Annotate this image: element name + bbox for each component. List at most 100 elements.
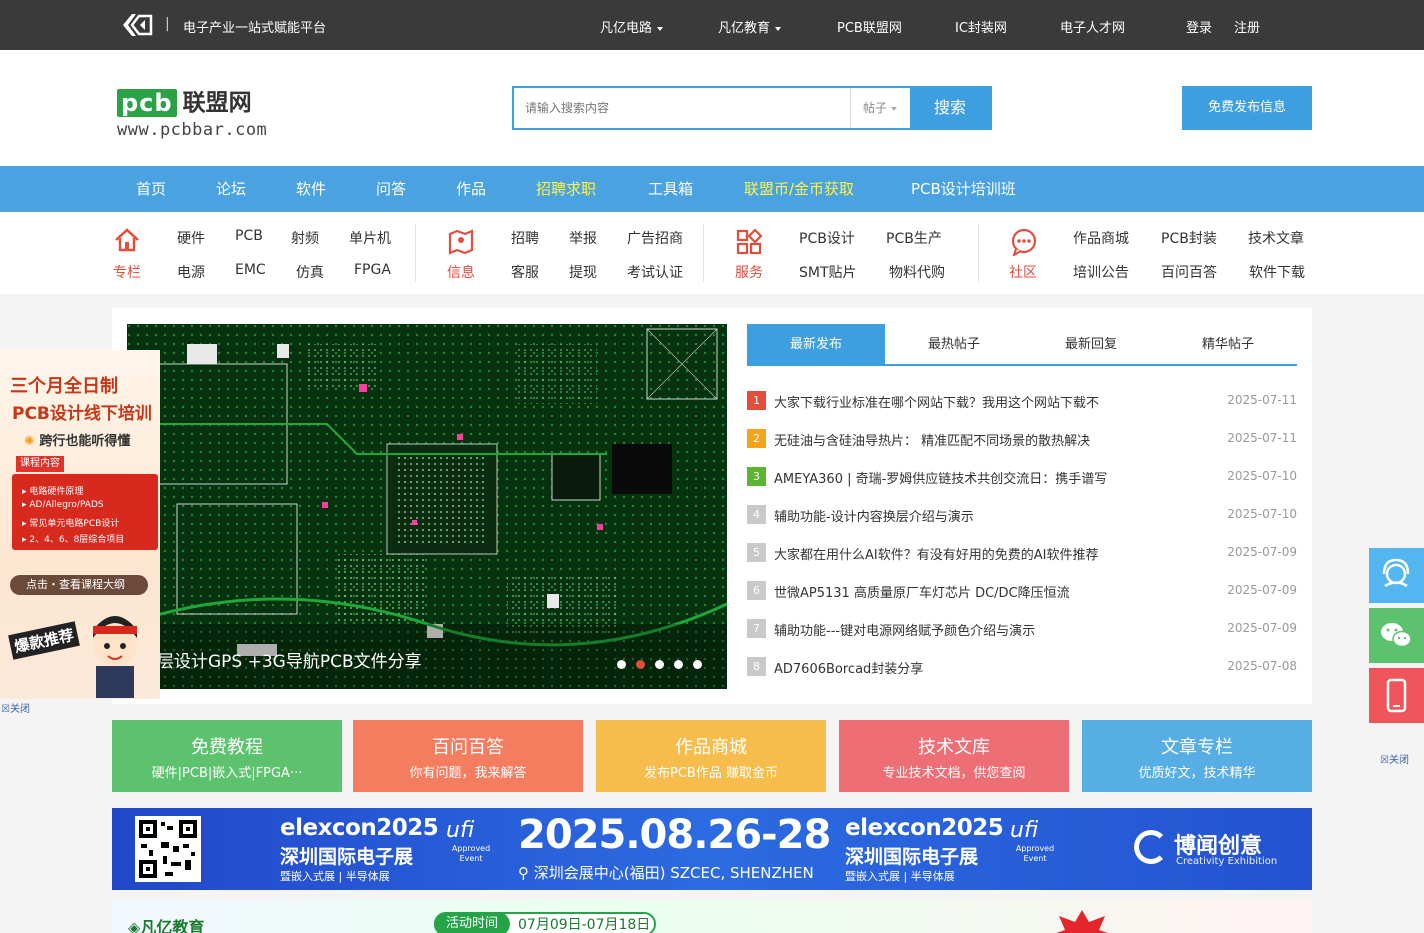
nav-forum[interactable]: 论坛: [216, 166, 246, 212]
left-floating-ad[interactable]: 三个月全日制 PCB设计线下培训 ✺ 跨行也能听得懂 课程内容 ▸ 电路硬件原理…: [0, 350, 160, 699]
post-title[interactable]: 世微AP5131 高质量原厂车灯芯片 DC/DC降压恒流: [774, 582, 1070, 601]
ad-cta-button[interactable]: 点击・查看课程大纲: [10, 575, 148, 595]
sub-link-ads[interactable]: 广告招商: [627, 228, 683, 248]
list-item[interactable]: 1 大家下载行业标准在哪个网站下载？我用这个网站下载不 2025-07-11: [747, 390, 1297, 412]
tab-latest[interactable]: 最新发布: [747, 324, 885, 366]
list-item[interactable]: 5 大家都在用什么AI软件？有没有好用的免费的AI软件推荐 2025-07-09: [747, 542, 1297, 564]
sub-link-power[interactable]: 电源: [177, 262, 205, 282]
side-wechat-button[interactable]: [1369, 608, 1424, 663]
sub-link-report[interactable]: 举报: [569, 228, 597, 248]
sub-link-hardware[interactable]: 硬件: [177, 228, 205, 248]
sub-link-mcu[interactable]: 单片机: [349, 228, 391, 248]
side-mobile-button[interactable]: [1369, 668, 1424, 723]
sub-link-emc[interactable]: EMC: [235, 262, 266, 278]
tile-hundred-qa[interactable]: 百问百答 你有问题，我来解答: [353, 720, 583, 792]
group-label-column[interactable]: 专栏: [113, 262, 141, 282]
search-input[interactable]: [514, 88, 850, 128]
post-title[interactable]: 辅助功能---键对电源网络赋予颜色介绍与演示: [774, 620, 1035, 639]
sub-link-training-notice[interactable]: 培训公告: [1073, 262, 1129, 282]
nav-coins[interactable]: 联盟币/金币获取: [744, 166, 854, 212]
sub-link-smt[interactable]: SMT贴片: [799, 262, 857, 282]
side-customer-service-button[interactable]: [1369, 548, 1424, 603]
sub-link-exam[interactable]: 考试认证: [627, 262, 683, 282]
sub-link-sourcing[interactable]: 物料代购: [889, 262, 945, 282]
elexcon-banner[interactable]: elexcon2025 深圳国际电子展 暨嵌入式展 | 半导体展 ufi App…: [112, 808, 1312, 890]
sub-link-shop[interactable]: 作品商城: [1073, 228, 1129, 248]
sub-link-pcb-production[interactable]: PCB生产: [886, 228, 942, 248]
post-title[interactable]: AMEYA360 | 奇瑞-罗姆供应链技术共创交流日：携手谱写: [774, 468, 1107, 487]
register-link[interactable]: 注册: [1234, 17, 1260, 36]
tab-replies[interactable]: 最新回复: [1022, 324, 1160, 366]
sub-link-hundred-qa[interactable]: 百问百答: [1161, 262, 1217, 282]
sub-nav: 专栏 硬件 PCB 射频 单片机 电源 EMC 仿真 FPGA 信息 招聘 举报…: [0, 212, 1424, 294]
ad-line-3: ✺ 跨行也能听得懂: [24, 434, 131, 449]
organizer-sub: Creativity Exhibition: [1176, 856, 1278, 867]
search-type-select[interactable]: 帖子: [850, 88, 910, 128]
post-title[interactable]: AD7606Borcad封装分享: [774, 658, 923, 677]
post-title[interactable]: 大家下载行业标准在哪个网站下载？我用这个网站下载不: [774, 392, 1099, 411]
sub-link-pcb-design[interactable]: PCB设计: [799, 228, 855, 248]
mobile-phone-icon: [1386, 678, 1407, 713]
carousel-dot[interactable]: [617, 660, 626, 669]
nav-qa[interactable]: 问答: [376, 166, 406, 212]
login-link[interactable]: 登录: [1186, 17, 1212, 36]
close-right-bar[interactable]: ☒关闭: [1380, 751, 1409, 766]
carousel-caption[interactable]: 层设计GPS +3G导航PCB文件分享: [157, 647, 422, 672]
carousel-dot-active[interactable]: [636, 660, 645, 669]
sub-link-fpga[interactable]: FPGA: [354, 262, 391, 278]
tab-featured[interactable]: 精华帖子: [1159, 324, 1297, 366]
nav-ic-package[interactable]: IC封装网: [955, 17, 1007, 36]
group-label-info[interactable]: 信息: [447, 262, 475, 282]
sub-link-software-download[interactable]: 软件下载: [1249, 262, 1305, 282]
sub-link-articles[interactable]: 技术文章: [1248, 228, 1304, 248]
list-item[interactable]: 2 无硅油与含硅油导热片： 精准匹配不同场景的散热解决 2025-07-11: [747, 428, 1297, 450]
education-banner[interactable]: ◈凡亿教育 活动时间 07月09日-07月18日: [112, 900, 1312, 933]
list-item[interactable]: 8 AD7606Borcad封装分享 2025-07-08: [747, 656, 1297, 678]
carousel[interactable]: 层设计GPS +3G导航PCB文件分享: [127, 324, 727, 689]
tab-hot[interactable]: 最热帖子: [885, 324, 1023, 366]
group-label-services[interactable]: 服务: [735, 262, 763, 282]
carousel-dot[interactable]: [655, 660, 664, 669]
home-icon: [115, 228, 139, 252]
search-button[interactable]: 搜索: [910, 88, 990, 128]
list-item[interactable]: 4 辅助功能-设计内容换层介绍与演示 2025-07-10: [747, 504, 1297, 526]
list-item[interactable]: 6 世微AP5131 高质量原厂车灯芯片 DC/DC降压恒流 2025-07-09: [747, 580, 1297, 602]
tile-article-column[interactable]: 文章专栏 优质好文，技术精华: [1082, 720, 1312, 792]
nav-home[interactable]: 首页: [136, 166, 166, 212]
nav-works[interactable]: 作品: [456, 166, 486, 212]
nav-fanyi-education[interactable]: 凡亿教育: [718, 17, 782, 36]
nav-jobs[interactable]: 招聘求职: [536, 166, 596, 212]
nav-fanyi-circuit[interactable]: 凡亿电路: [600, 17, 664, 36]
group-label-community[interactable]: 社区: [1009, 262, 1037, 282]
tile-works-shop[interactable]: 作品商城 发布PCB作品 赚取金币: [596, 720, 826, 792]
elexcon-logo-2: elexcon2025: [845, 815, 1004, 841]
sub-link-recruit[interactable]: 招聘: [511, 228, 539, 248]
post-title[interactable]: 大家都在用什么AI软件？有没有好用的免费的AI软件推荐: [774, 544, 1098, 563]
close-left-ad[interactable]: ☒关闭: [1, 700, 30, 715]
nav-talent[interactable]: 电子人才网: [1060, 17, 1125, 36]
tile-free-tutorials[interactable]: 免费教程 硬件|PCB|嵌入式|FPGA···: [112, 720, 342, 792]
publish-button[interactable]: 免费发布信息: [1182, 86, 1312, 130]
sub-link-footprint[interactable]: PCB封装: [1161, 228, 1217, 248]
tile-tech-library[interactable]: 技术文库 专业技术文档，供您查阅: [839, 720, 1069, 792]
post-title[interactable]: 辅助功能-设计内容换层介绍与演示: [774, 506, 974, 525]
sub-link-service[interactable]: 客服: [511, 262, 539, 282]
site-logo[interactable]: pcb 联盟网 www.pcbbar.com: [117, 89, 267, 140]
sub-link-withdraw[interactable]: 提现: [569, 262, 597, 282]
chevron-down-icon: [657, 26, 664, 31]
carousel-dot[interactable]: [674, 660, 683, 669]
list-item[interactable]: 3 AMEYA360 | 奇瑞-罗姆供应链技术共创交流日：携手谱写 2025-07-…: [747, 466, 1297, 488]
fanyi-education-logo: ◈凡亿教育: [128, 914, 204, 933]
sub-link-rf[interactable]: 射频: [291, 228, 319, 248]
nav-pcb-union[interactable]: PCB联盟网: [837, 17, 902, 36]
sub-link-pcb[interactable]: PCB: [235, 228, 263, 244]
carousel-dot[interactable]: [693, 660, 702, 669]
fanyi-logo-icon[interactable]: [121, 12, 153, 38]
sub-link-simulation[interactable]: 仿真: [296, 262, 324, 282]
nav-software[interactable]: 软件: [296, 166, 326, 212]
list-item[interactable]: 7 辅助功能---键对电源网络赋予颜色介绍与演示 2025-07-09: [747, 618, 1297, 640]
post-title[interactable]: 无硅油与含硅油导热片： 精准匹配不同场景的散热解决: [774, 430, 1090, 449]
nav-toolbox[interactable]: 工具箱: [648, 166, 693, 212]
nav-training[interactable]: PCB设计培训班: [911, 166, 1016, 212]
tile-title: 百问百答: [432, 737, 504, 758]
